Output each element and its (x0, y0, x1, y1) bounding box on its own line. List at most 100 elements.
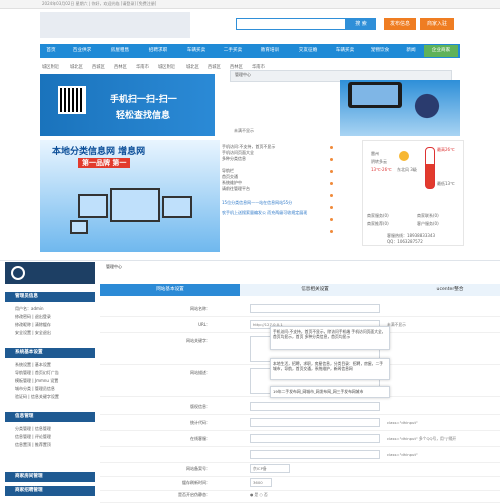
sidebar-item[interactable]: 系统设置 | 基本设置 (15, 362, 51, 368)
area-link[interactable]: 城北区 (186, 64, 199, 70)
weather-temp: 13℃-26℃ (371, 167, 392, 172)
weather-cond: 阴转多云 (371, 159, 387, 164)
area-link[interactable]: 西城区 (92, 64, 105, 70)
form-input[interactable] (250, 418, 380, 427)
contact-link[interactable]: 商家联系(0) (417, 213, 439, 219)
form-note: class="dhinput" (387, 452, 418, 457)
contact-qq: QQ：1063287572 (387, 239, 423, 244)
admin-sidebar: 管理员信息 用户名：admin 修改密码 | 退出登录 修改昵称 | 清除缓存 … (5, 262, 95, 500)
sidebar-item[interactable]: 安全设置 | 安全退出 (15, 330, 51, 336)
logo-icon (11, 266, 25, 280)
area-link[interactable]: 华南市 (136, 64, 149, 70)
info-line: 请前往管理平台 (222, 186, 250, 191)
breadcrumb: 管理中心 (106, 264, 122, 269)
nav-item[interactable]: 教育培训 (252, 44, 288, 58)
info-link[interactable]: 15位分类信息网——站在信息网站55分 (222, 200, 292, 206)
admin-overlay-title: 管理中心 (235, 72, 251, 77)
sidebar-item[interactable]: 修改昵称 | 清除缓存 (15, 322, 51, 328)
nav-item[interactable]: 车辆买卖 (328, 44, 362, 58)
popup-box: 19年二手发布网_网城市_网发布网_网三手发布网城市 (270, 386, 390, 398)
overlay-note: 未满不显示 (234, 128, 254, 133)
sidebar-item[interactable]: 用户名：admin (15, 306, 44, 312)
info-link[interactable]: 农手机上送搜索量编发公 而充两级可收规定展现 (222, 210, 307, 216)
popup-box: 本地生活，招聘，求职，房屋信息，分类目录：招聘，房屋，二手 城市，导航，首页交通… (270, 358, 390, 380)
phone-image (348, 82, 402, 108)
top-strip: 2024年03月02日 星期六 | 你好，欢迎光临 [请登录] [免费注册] (0, 0, 500, 9)
nav-biz-button[interactable]: 企业商家 (424, 45, 458, 57)
nav-item[interactable]: 招聘求职 (140, 44, 176, 58)
form-row: 在线客服： class="dhinput" 多个QQ号，用"|"隔开 (100, 432, 500, 447)
sidebar-header (5, 262, 95, 284)
form-label: 统计代码： (190, 420, 210, 425)
nav-item[interactable]: 首页 (40, 44, 62, 58)
form-input[interactable] (250, 304, 380, 313)
popup-box: 手机访问:不支持，首页不显示，除访问手机端 手机访问页面大全，首页均显示，首页 … (270, 326, 390, 350)
qr-code-icon (58, 86, 86, 114)
form-row: 统计代码： class="dhinput" (100, 416, 500, 431)
form-label: 版权信息： (190, 404, 210, 409)
tab-info[interactable]: 信息相关设置 (260, 284, 370, 296)
nav-item[interactable]: 宠物饮食 (362, 44, 398, 58)
contact-link[interactable]: 商家服务(0) (367, 213, 389, 219)
nav-item[interactable]: 交友征婚 (290, 44, 326, 58)
area-link[interactable]: 西林区 (114, 64, 127, 70)
info-line: 多种分类信息 (222, 156, 246, 161)
contact-link[interactable]: 商家推荐(0) (367, 221, 389, 227)
nav-item-news[interactable]: 新闻 (400, 44, 422, 58)
qr-banner[interactable]: 手机扫一扫-扫一 轻松查找信息 (40, 74, 215, 136)
tab-basic[interactable]: 网站基本设置 (100, 284, 240, 296)
form-row: 网站名称： (100, 302, 500, 317)
sidebar-item[interactable]: 验证码 | 信息关键字设置 (15, 394, 59, 400)
form-label: 网站描述： (190, 370, 210, 375)
sidebar-item[interactable]: 城市分类 | 管理员信息 (15, 386, 55, 392)
sidebar-item[interactable]: 信息置顶 | 推荐置顶 (15, 442, 51, 448)
sidebar-item[interactable]: 导航管理 | 首页幻灯广告 (15, 370, 59, 376)
weather-hi: 最高26℃ (437, 147, 455, 152)
sidebar-item[interactable]: 分类管理 | 信息管理 (15, 426, 51, 432)
form-radio-group[interactable]: ● 是 ○ 否 (250, 492, 268, 498)
site-logo[interactable] (40, 12, 190, 38)
publish-button[interactable]: 发布信息 (384, 18, 416, 30)
devices-illustration (70, 182, 200, 236)
nav-item[interactable]: 二手买卖 (216, 44, 250, 58)
form-label: 在线客服： (190, 436, 210, 441)
sidebar-section[interactable]: 系统基本设置 (5, 348, 95, 358)
area-link[interactable]: 城区附近 (158, 64, 175, 70)
area-link[interactable]: 城北区 (70, 64, 83, 70)
search-input[interactable] (236, 18, 346, 30)
brand-banner[interactable]: 本地分类信息网 增息网 第一品牌 第一 (40, 140, 220, 252)
area-link[interactable]: 西城区 (208, 64, 221, 70)
form-input[interactable] (250, 402, 380, 411)
admin-main: 管理中心 网站基本设置 信息相关设置 ucenter整合 网站名称： URL： … (100, 262, 500, 503)
search-button[interactable]: 搜 索 (346, 18, 376, 30)
nav-item[interactable]: 房屋租售 (102, 44, 138, 58)
form-label: 缓存刷新时间： (182, 480, 210, 485)
sidebar-section[interactable]: 管理员信息 (5, 292, 95, 302)
weather-wind: 东北风 3级 (397, 167, 417, 172)
nav-item[interactable]: 百业供求 (64, 44, 100, 58)
form-input[interactable]: 京ICP备 (250, 464, 290, 473)
sidebar-section[interactable]: 商家房间管理 (5, 472, 95, 482)
nav-item[interactable]: 车辆买卖 (178, 44, 214, 58)
form-label: 网站备案号： (186, 466, 210, 471)
form-select[interactable]: 3600 (250, 478, 272, 487)
form-input[interactable] (250, 450, 380, 459)
brand-banner-subtitle: 第一品牌 第一 (78, 158, 131, 168)
bullet-column (330, 140, 336, 250)
tab-ucenter[interactable]: ucenter整合 (400, 284, 500, 296)
sidebar-section[interactable]: 商家招聘管理 (5, 486, 95, 496)
brand-banner-title: 本地分类信息网 增息网 (52, 147, 146, 157)
join-button[interactable]: 商家入驻 (420, 18, 454, 30)
contact-link[interactable]: 客户服务(0) (417, 221, 439, 227)
mobile-banner[interactable] (340, 80, 460, 136)
banner-line-1: 手机扫一扫-扫一 (110, 95, 177, 105)
form-input[interactable] (250, 434, 380, 443)
weather-lo: 最低13℃ (437, 181, 455, 186)
area-link[interactable]: 城区附近 (42, 64, 59, 70)
form-label: 网站名称： (190, 306, 210, 311)
sidebar-item[interactable]: 信息管理 | 评论管理 (15, 434, 51, 440)
sidebar-item[interactable]: 模板管理 | Jmmnu 设置 (15, 378, 58, 384)
sidebar-section[interactable]: 信息管理 (5, 412, 95, 422)
sidebar-item[interactable]: 修改密码 | 退出登录 (15, 314, 51, 320)
form-row: 网站备案号： 京ICP备 (100, 462, 500, 477)
